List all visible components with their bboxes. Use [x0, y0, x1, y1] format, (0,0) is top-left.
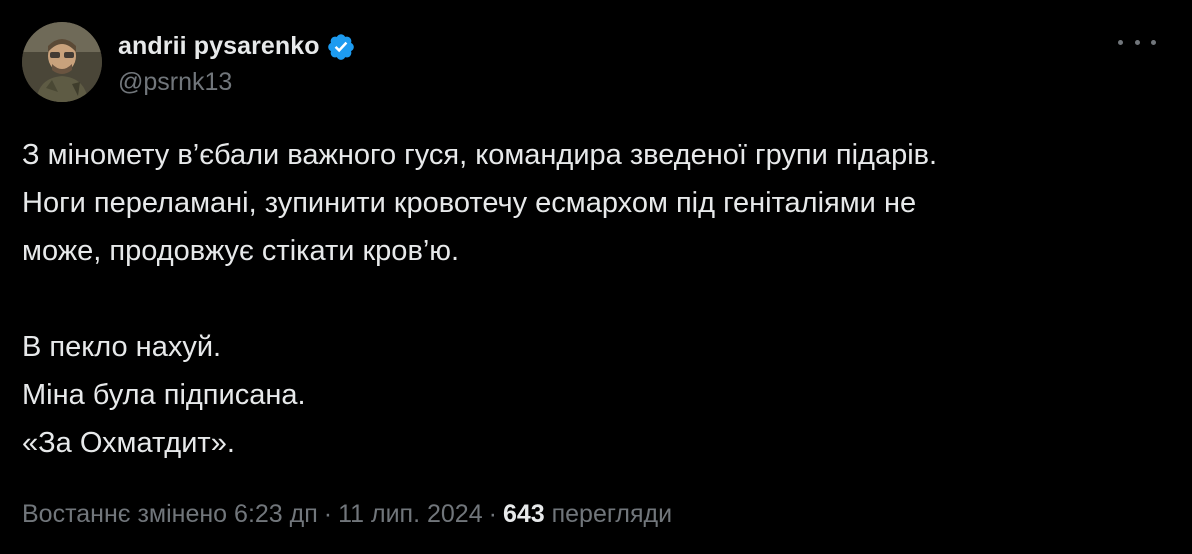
tweet-date[interactable]: 11 лип. 2024 [338, 500, 483, 528]
meta-separator: · [488, 500, 497, 528]
verified-badge-icon[interactable] [326, 32, 356, 62]
tweet-text: З міномету в’єбали важного гуся, команди… [22, 131, 1162, 467]
more-dot [1151, 39, 1156, 45]
more-options-icon[interactable] [1118, 32, 1156, 52]
author-display-name[interactable]: andrii pysarenko [118, 32, 320, 61]
more-dot [1118, 39, 1123, 45]
views-label[interactable]: перегляди [552, 500, 673, 528]
more-dot [1134, 39, 1140, 45]
avatar[interactable] [22, 22, 102, 102]
meta-separator: · [323, 500, 333, 528]
tweet-line: Ноги переламані, зупинити кровотечу есма… [22, 187, 917, 219]
tweet-line: «За Охматдит». [22, 427, 235, 459]
tweet-line: може, продовжує стікати кров’ю. [22, 235, 460, 267]
tweet-time[interactable]: 6:23 дп [234, 500, 318, 528]
views-count[interactable]: 643 [503, 500, 545, 528]
tweet-header: andrii pysarenko @psrnk13 [22, 22, 356, 102]
paragraph-break [22, 275, 1162, 323]
tweet-meta: Востаннє змінено 6:23 дп · 11 лип. 2024 · 64… [22, 500, 672, 529]
tweet-line: Міна була підписана. [22, 379, 306, 411]
author-identity: andrii pysarenko @psrnk13 [118, 28, 356, 97]
name-row: andrii pysarenko [118, 28, 356, 66]
tweet-line: В пекло нахуй. [22, 331, 222, 363]
author-handle[interactable]: @psrnk13 [118, 68, 356, 97]
edited-label[interactable]: Востаннє змінено [22, 500, 227, 528]
tweet-card: andrii pysarenko @psrnk13 З міномету в’є… [0, 0, 1192, 554]
tweet-line: З міномету в’єбали важного гуся, команди… [22, 139, 938, 171]
user-avatar-photo-icon [22, 22, 102, 102]
